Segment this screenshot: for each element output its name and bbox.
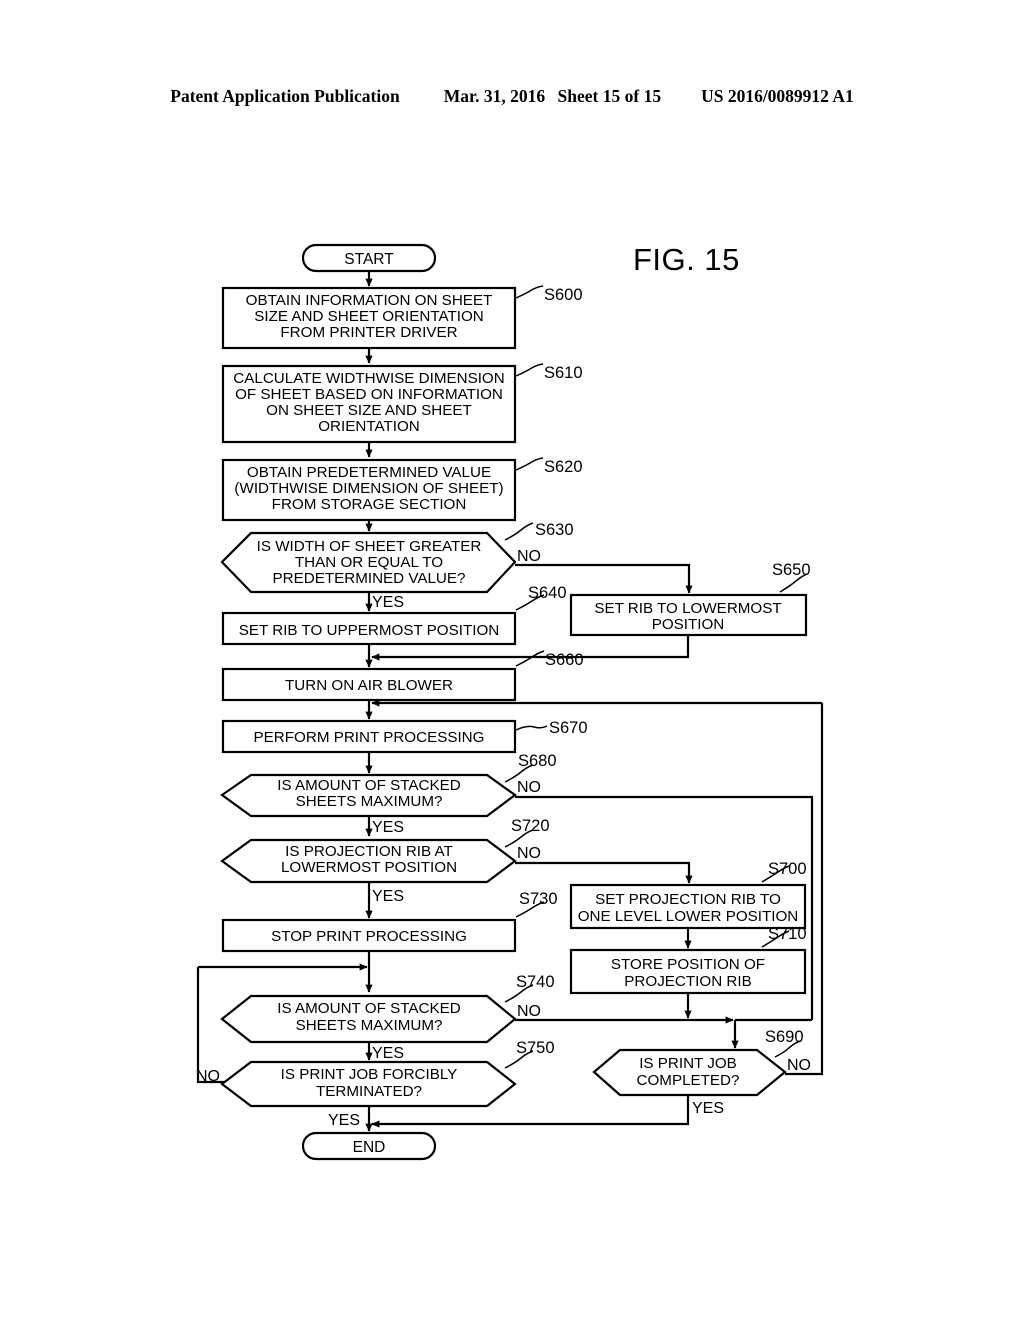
- node-s720-line-1: IS PROJECTION RIB AT: [285, 843, 453, 860]
- ref-s750: S750: [516, 1039, 555, 1057]
- ref-s710: S710: [768, 925, 807, 943]
- node-s600-line-2: SIZE AND SHEET ORIENTATION: [254, 308, 484, 325]
- branch-s680-no: NO: [517, 779, 541, 796]
- node-s610-line-4: ORIENTATION: [318, 418, 420, 435]
- branch-s630-yes: YES: [372, 594, 404, 611]
- node-s610-line-3: ON SHEET SIZE AND SHEET: [266, 402, 472, 419]
- branch-s720-yes: YES: [372, 888, 404, 905]
- end-terminal-label: END: [353, 1139, 386, 1156]
- ref-s610: S610: [544, 364, 583, 382]
- start-terminal-label: START: [344, 251, 394, 268]
- node-s680-line-2: SHEETS MAXIMUM?: [296, 793, 443, 810]
- node-s750-line-1: IS PRINT JOB FORCIBLY: [281, 1066, 458, 1083]
- branch-s680-yes: YES: [372, 819, 404, 836]
- node-s610-line-2: OF SHEET BASED ON INFORMATION: [235, 386, 503, 403]
- node-s690-line-1: IS PRINT JOB: [639, 1055, 737, 1072]
- ref-s720: S720: [511, 817, 550, 835]
- ref-s730: S730: [519, 890, 558, 908]
- branch-s630-no: NO: [517, 548, 541, 565]
- node-s740-line-1: IS AMOUNT OF STACKED: [277, 1000, 460, 1017]
- branch-s750-no: NO: [196, 1068, 220, 1085]
- branch-s720-no: NO: [517, 845, 541, 862]
- node-s600-line-3: FROM PRINTER DRIVER: [280, 324, 457, 341]
- ref-s650: S650: [772, 561, 811, 579]
- connector-s720-no-to-s700: [515, 861, 693, 884]
- node-s620-line-2: (WIDTHWISE DIMENSION OF SHEET): [234, 480, 503, 497]
- branch-s740-yes: YES: [372, 1045, 404, 1062]
- node-s650-line-2: POSITION: [652, 616, 725, 633]
- branch-s690-no: NO: [787, 1057, 811, 1074]
- ref-s630: S630: [535, 521, 574, 539]
- leader-s660: [515, 650, 545, 667]
- node-s670-line-1: PERFORM PRINT PROCESSING: [254, 729, 485, 746]
- node-s630-line-2: THAN OR EQUAL TO: [295, 554, 443, 571]
- node-s610-line-1: CALCULATE WIDTHWISE DIMENSION: [233, 370, 504, 387]
- node-s720-line-2: LOWERMOST POSITION: [281, 859, 457, 876]
- node-s600-line-1: OBTAIN INFORMATION ON SHEET: [246, 292, 493, 309]
- leader-s630: [504, 522, 534, 541]
- ref-s620: S620: [544, 458, 583, 476]
- node-s630-line-3: PREDETERMINED VALUE?: [273, 570, 466, 587]
- branch-s750-yes: YES: [328, 1112, 360, 1129]
- node-s750-line-2: TERMINATED?: [316, 1083, 422, 1100]
- node-s660-line-1: TURN ON AIR BLOWER: [285, 677, 453, 694]
- node-s680-line-1: IS AMOUNT OF STACKED: [277, 777, 460, 794]
- patent-page: Patent Application Publication Mar. 31, …: [0, 0, 1024, 1320]
- node-s640-line-1: SET RIB TO UPPERMOST POSITION: [239, 622, 500, 639]
- leader-s600: [515, 285, 544, 299]
- node-s650-line-1: SET RIB TO LOWERMOST: [594, 600, 781, 617]
- node-s710-line-1: STORE POSITION OF: [611, 956, 765, 973]
- node-s630-line-1: IS WIDTH OF SHEET GREATER: [257, 538, 482, 555]
- leader-s610: [515, 363, 544, 377]
- figure-label: FIG. 15: [633, 242, 740, 277]
- node-s730-line-1: STOP PRINT PROCESSING: [271, 928, 467, 945]
- node-s620-line-1: OBTAIN PREDETERMINED VALUE: [247, 464, 491, 481]
- node-s740-line-2: SHEETS MAXIMUM?: [296, 1017, 443, 1034]
- ref-s690: S690: [765, 1028, 804, 1046]
- branch-s740-no: NO: [517, 1003, 541, 1020]
- node-s620-line-3: FROM STORAGE SECTION: [272, 496, 467, 513]
- ref-s660: S660: [545, 651, 584, 669]
- node-s710-line-2: PROJECTION RIB: [624, 973, 751, 990]
- branch-s690-yes: YES: [692, 1100, 724, 1117]
- connector-s750-no-loopback-path: [196, 967, 229, 1084]
- ref-s700: S700: [768, 860, 807, 878]
- node-s700-line-2: ONE LEVEL LOWER POSITION: [578, 908, 799, 925]
- flowchart-figure-15: FIG. 15 START OBTAIN INFORMATION ON SHEE…: [196, 242, 824, 1161]
- ref-s680: S680: [518, 752, 557, 770]
- ref-s640: S640: [528, 584, 567, 602]
- node-s690-line-2: COMPLETED?: [637, 1072, 740, 1089]
- leader-s620: [515, 457, 544, 471]
- node-s700-line-1: SET PROJECTION RIB TO: [595, 891, 781, 908]
- ref-s740: S740: [516, 973, 555, 991]
- ref-s670: S670: [549, 719, 588, 737]
- ref-s600: S600: [544, 286, 583, 304]
- leader-s670: [515, 725, 548, 731]
